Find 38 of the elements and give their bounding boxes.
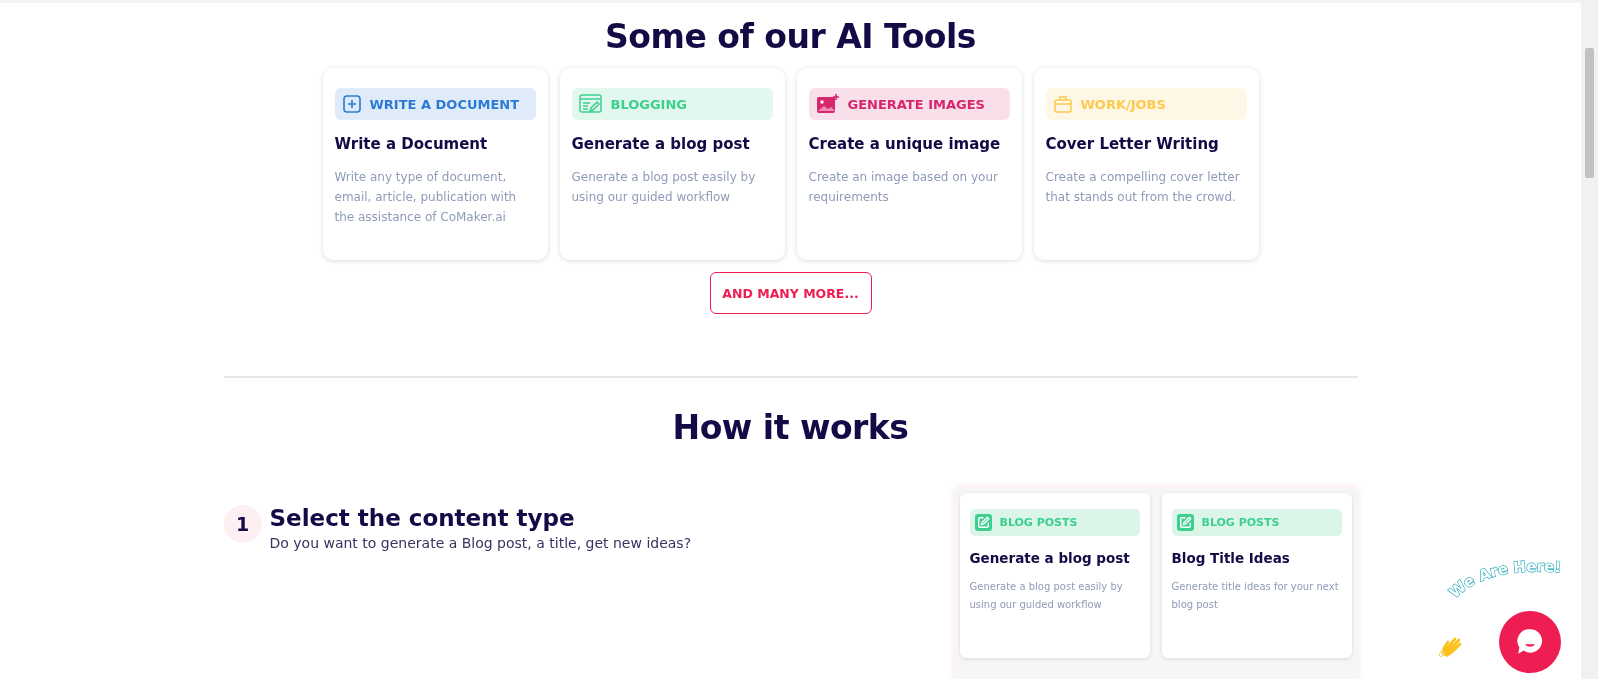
card-description: Generate a blog post easily by using our guided workflow xyxy=(969,580,1124,612)
category-tag: BLOG POSTS xyxy=(1171,509,1342,536)
card-description: Generate title ideas for your next blog post xyxy=(1171,580,1340,612)
step-description: Do you want to generate a Blog post, a title, get new ideas? xyxy=(269,535,692,551)
more-tools-button[interactable]: AND MANY MORE... xyxy=(709,272,872,314)
edit-icon xyxy=(974,514,992,531)
card-title: Cover Letter Writing xyxy=(1045,135,1220,153)
section-title: How it works xyxy=(672,408,909,447)
plus-square-icon xyxy=(341,94,362,114)
step-number: 1 xyxy=(223,505,262,543)
tool-card[interactable]: WRITE A DOCUMENT Write a Document Write any type of document, email, article, publication with the assistance of CoMaker.ai xyxy=(322,68,548,260)
card-description: Write any type of document, email, article, publication with the assistance of CoMaker.ai xyxy=(334,169,518,226)
card-title: Generate a blog post xyxy=(969,550,1131,566)
card-description: Generate a blog post easily by using our guided workflow xyxy=(571,169,757,206)
content-type-card[interactable]: BLOG POSTS Generate a blog post Generate a blog post easily by using our guided workflow xyxy=(959,493,1150,658)
edit-icon xyxy=(1176,514,1194,531)
step-title: Select the content type xyxy=(269,505,576,531)
category-tag: GENERATE IMAGES xyxy=(808,88,1010,120)
tool-card[interactable]: WORK/JOBS Cover Letter Writing Create a compelling cover letter that stands out from the crowd. xyxy=(1033,68,1259,260)
content-type-card[interactable]: BLOG POSTS Blog Title Ideas Generate title ideas for your next blog post xyxy=(1161,493,1352,658)
category-tag: BLOG POSTS xyxy=(969,509,1140,536)
card-description: Create a compelling cover letter that stands out from the crowd. xyxy=(1045,169,1241,206)
section-title: Some of our AI Tools xyxy=(605,17,976,56)
document-pencil-icon xyxy=(578,94,603,114)
card-title: Write a Document xyxy=(334,135,489,153)
tool-card[interactable]: GENERATE IMAGES Create a unique image Create an image based on your requirements xyxy=(796,68,1022,260)
card-title: Blog Title Ideas xyxy=(1171,550,1291,566)
briefcase-icon xyxy=(1052,94,1073,114)
category-tag: BLOGGING xyxy=(571,88,773,120)
scrollbar[interactable] xyxy=(1581,0,1598,679)
card-title: Create a unique image xyxy=(808,135,1002,153)
tool-card[interactable]: BLOGGING Generate a blog post Generate a blog post easily by using our guided workflow xyxy=(559,68,785,260)
category-tag: WORK/JOBS xyxy=(1045,88,1247,120)
card-description: Create an image based on your requirements xyxy=(808,169,999,206)
chat-label: We Are Here! xyxy=(1437,555,1567,603)
image-plus-icon xyxy=(815,94,840,114)
card-title: Generate a blog post xyxy=(571,135,751,153)
category-tag: WRITE A DOCUMENT xyxy=(334,88,536,120)
